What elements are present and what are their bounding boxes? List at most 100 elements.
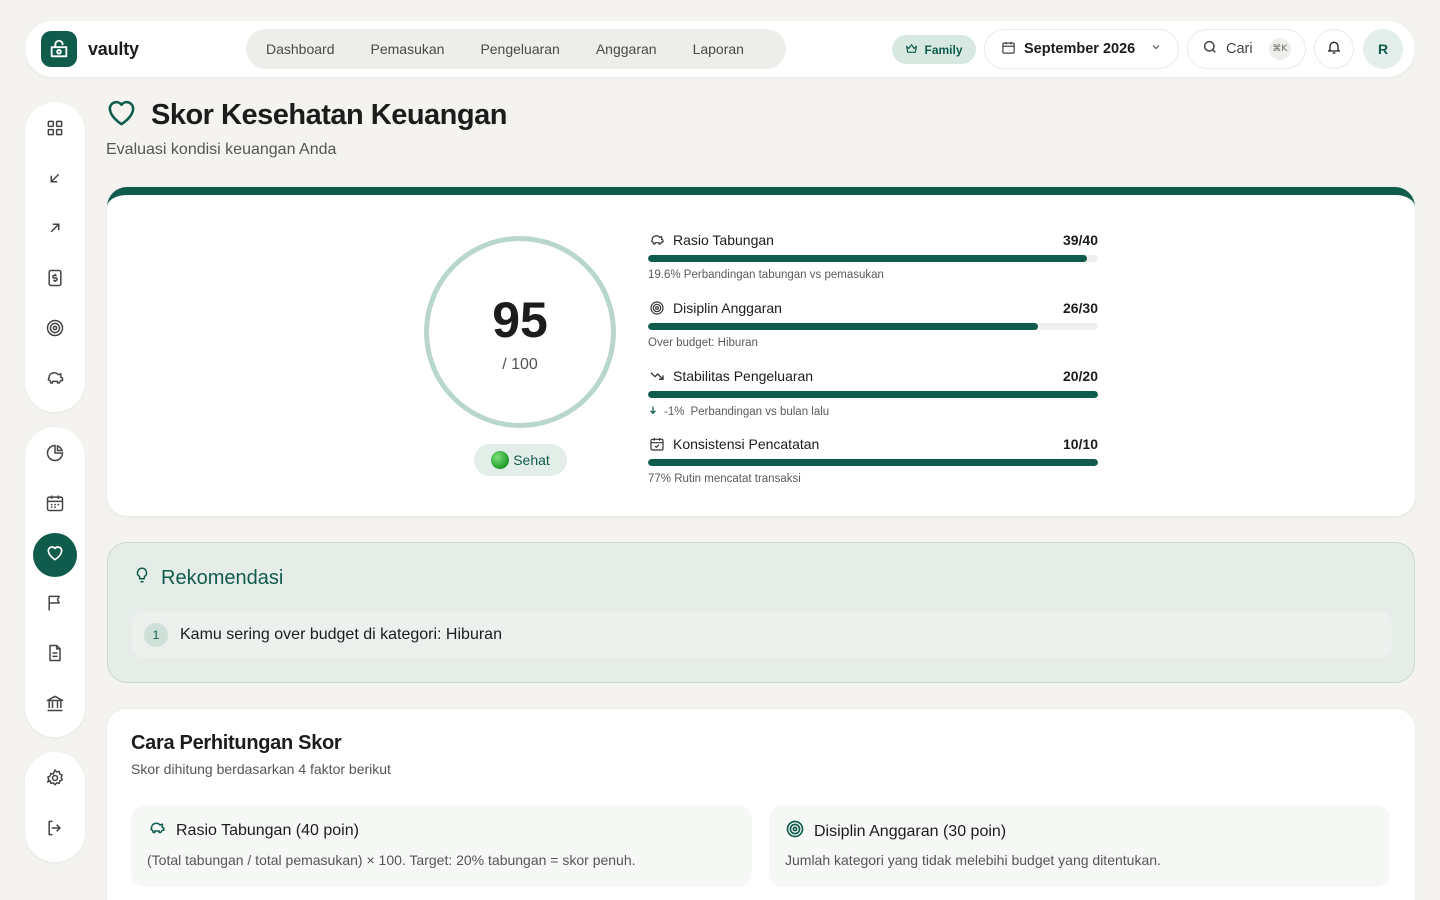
recommendations-card: Rekomendasi 1 Kamu sering over budget di… [107, 542, 1415, 683]
arrow-up-right-icon [46, 219, 64, 242]
status-label: Sehat [513, 452, 550, 468]
piggy-bank-icon [45, 368, 65, 393]
nav-dashboard[interactable]: Dashboard [248, 29, 353, 69]
factor-card-budget: Disiplin Anggaran (30 poin) Jumlah kateg… [769, 805, 1390, 887]
sidebar-item-goals[interactable] [33, 308, 77, 352]
sidebar-item-savings[interactable] [33, 358, 77, 402]
metric-note: 77% Rutin mencatat transaksi [648, 473, 801, 485]
calendar-icon [45, 493, 65, 518]
search-icon [1202, 39, 1218, 59]
calculation-subtitle: Skor dihitung berdasarkan 4 faktor berik… [131, 761, 391, 777]
chevron-down-icon [1150, 41, 1162, 57]
sidebar-group-account [25, 752, 85, 862]
sidebar-item-bank[interactable] [33, 683, 77, 727]
factor-card-savings: Rasio Tabungan (40 poin) (Total tabungan… [131, 805, 752, 887]
progress-bar [648, 391, 1098, 398]
sidebar-item-logout[interactable] [33, 808, 77, 852]
sidebar-item-documents[interactable] [33, 633, 77, 677]
metric-score: 20/20 [1062, 368, 1098, 384]
plan-badge-label: Family [924, 42, 963, 57]
sidebar-item-goals-flag[interactable] [33, 583, 77, 627]
metric-label: Disiplin Anggaran [673, 300, 782, 316]
metric-label: Konsistensi Pencatatan [673, 436, 820, 452]
score-ring: 95 / 100 [424, 236, 616, 428]
metric-change: -1% [664, 405, 685, 418]
sidebar-item-income[interactable] [33, 158, 77, 202]
metric-budget-discipline: Disiplin Anggaran 26/30 Over budget: Hib… [648, 298, 1098, 349]
pie-chart-icon [45, 443, 65, 468]
sidebar-item-reports[interactable] [33, 433, 77, 477]
nav-pemasukan[interactable]: Pemasukan [353, 29, 463, 69]
grid-icon [45, 118, 65, 143]
metric-savings-ratio: Rasio Tabungan 39/40 19.6% Perbandingan … [648, 230, 1098, 281]
metric-note: Perbandingan vs bulan lalu [690, 405, 830, 418]
brand-name: vaulty [88, 38, 139, 59]
calculation-card: Cara Perhitungan Skor Skor dihitung berd… [107, 709, 1415, 900]
progress-bar [648, 459, 1098, 466]
search-shortcut: ⌘K [1268, 38, 1291, 60]
recommendation-item: 1 Kamu sering over budget di kategori: H… [132, 612, 1392, 658]
score-value: 95 [492, 292, 548, 348]
vault-logo-icon [41, 31, 77, 67]
sidebar-item-expense[interactable] [33, 208, 77, 252]
progress-fill [648, 255, 1087, 262]
search-button[interactable]: Cari ⌘K [1187, 29, 1306, 69]
document-icon [45, 643, 65, 668]
progress-fill [648, 391, 1098, 398]
avatar[interactable]: R [1363, 29, 1403, 69]
factor-title: Disiplin Anggaran (30 poin) [814, 822, 1007, 840]
status-dot-icon [491, 451, 510, 469]
nav-anggaran[interactable]: Anggaran [578, 29, 675, 69]
sidebar-item-budget[interactable] [33, 258, 77, 302]
target-icon [648, 299, 666, 317]
factor-desc: (Total tabungan / total pemasukan) × 100… [147, 852, 636, 868]
recommendation-number: 1 [144, 623, 168, 647]
page-title-text: Skor Kesehatan Keuangan [151, 98, 507, 131]
plan-badge[interactable]: Family [892, 35, 976, 64]
piggy-bank-icon [147, 819, 167, 842]
period-select[interactable]: September 2026 [984, 29, 1179, 69]
nav-laporan[interactable]: Laporan [675, 29, 762, 69]
status-badge: Sehat [474, 444, 567, 476]
trending-down-icon [648, 367, 666, 385]
calculation-title: Cara Perhitungan Skor [131, 732, 342, 754]
top-bar: vaulty Dashboard Pemasukan Pengeluaran A… [25, 21, 1415, 77]
crown-icon [905, 42, 918, 58]
sidebar-item-dashboard[interactable] [33, 108, 77, 152]
brand[interactable]: vaulty [41, 31, 139, 67]
progress-fill [648, 459, 1098, 466]
gear-icon [45, 768, 65, 793]
logout-icon [45, 818, 65, 843]
bank-icon [45, 693, 65, 718]
metric-recording-consistency: Konsistensi Pencatatan 10/10 77% Rutin m… [648, 434, 1098, 485]
flag-icon [45, 593, 65, 618]
period-value: September 2026 [1024, 41, 1136, 57]
recommendations-title-text: Rekomendasi [161, 566, 284, 589]
sidebar-group-tools [25, 427, 85, 737]
target-icon [45, 318, 65, 343]
progress-bar [648, 255, 1098, 262]
metric-score: 10/10 [1062, 436, 1098, 452]
lightbulb-icon [133, 565, 151, 591]
metric-score: 26/30 [1062, 300, 1098, 316]
sidebar-item-settings[interactable] [33, 758, 77, 802]
notifications-button[interactable] [1314, 29, 1354, 69]
metric-label: Stabilitas Pengeluaran [673, 368, 814, 384]
page-title: Skor Kesehatan Keuangan [106, 98, 507, 132]
metric-note: 19.6% Perbandingan tabungan vs pemasukan [648, 269, 884, 281]
metric-label: Rasio Tabungan [673, 232, 774, 248]
sidebar-item-calendar[interactable] [33, 483, 77, 527]
money-note-icon [45, 268, 65, 293]
metric-spending-stability: Stabilitas Pengeluaran 20/20 -1% Perband… [648, 366, 1098, 418]
search-label: Cari [1226, 41, 1253, 57]
sidebar-item-health-score[interactable] [33, 533, 77, 577]
arrow-down-left-icon [46, 169, 64, 192]
target-icon [785, 819, 805, 844]
sidebar-group-main [25, 102, 85, 412]
nav-pengeluaran[interactable]: Pengeluaran [462, 29, 577, 69]
score-max: / 100 [502, 356, 538, 373]
recommendation-text: Kamu sering over budget di kategori: Hib… [180, 626, 502, 643]
arrow-down-icon [648, 405, 658, 418]
factor-desc: Jumlah kategori yang tidak melebihi budg… [785, 852, 1161, 868]
calendar-icon [1001, 40, 1016, 59]
